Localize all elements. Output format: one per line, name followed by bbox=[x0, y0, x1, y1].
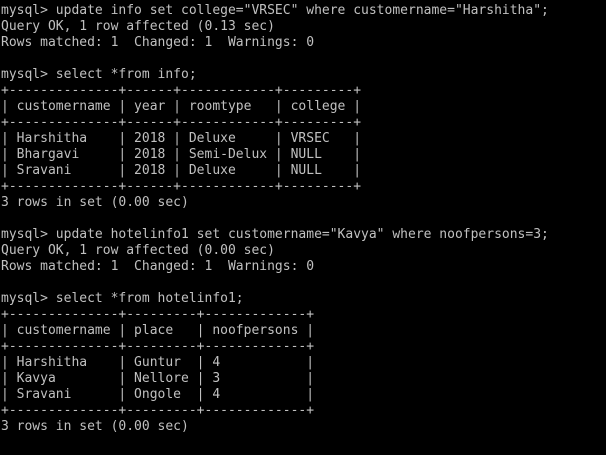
table-row: | Kavya | Nellore | 3 | bbox=[1, 371, 315, 386]
table-border: +--------------+---------+-------------+ bbox=[1, 403, 315, 418]
table-border: +--------------+---------+-------------+ bbox=[1, 307, 315, 322]
rows-matched-line: Rows matched: 1 Changed: 1 Warnings: 0 bbox=[1, 35, 315, 50]
table-row: | Sravani | Ongole | 4 | bbox=[1, 387, 315, 402]
command-line: mysql> select *from info; bbox=[1, 67, 197, 82]
rows-matched-line: Rows matched: 1 Changed: 1 Warnings: 0 bbox=[1, 259, 315, 274]
result-count-line: 3 rows in set (0.00 sec) bbox=[1, 195, 189, 210]
query-status-line: Query OK, 1 row affected (0.13 sec) bbox=[1, 19, 275, 34]
result-count-line: 3 rows in set (0.00 sec) bbox=[1, 419, 189, 434]
table-border: +--------------+------+------------+----… bbox=[1, 115, 362, 130]
table-border: +--------------+---------+-------------+ bbox=[1, 339, 315, 354]
table-header-row: | customername | place | noofpersons | bbox=[1, 323, 315, 338]
query-status-line: Query OK, 1 row affected (0.00 sec) bbox=[1, 243, 275, 258]
table-row: | Harshitha | Guntur | 4 | bbox=[1, 355, 315, 370]
command-line: mysql> select *from hotelinfo1; bbox=[1, 291, 244, 306]
command-line: mysql> update hotelinfo1 set customernam… bbox=[1, 227, 549, 242]
table-row: | Harshitha | 2018 | Deluxe | VRSEC | bbox=[1, 131, 362, 146]
table-border: +--------------+------+------------+----… bbox=[1, 179, 362, 194]
table-row: | Sravani | 2018 | Deluxe | NULL | bbox=[1, 163, 362, 178]
terminal-console[interactable]: mysql> update info set college="VRSEC" w… bbox=[0, 0, 606, 455]
command-line: mysql> update info set college="VRSEC" w… bbox=[1, 3, 549, 18]
table-border: +--------------+------+------------+----… bbox=[1, 83, 362, 98]
table-header-row: | customername | year | roomtype | colle… bbox=[1, 99, 362, 114]
table-row: | Bhargavi | 2018 | Semi-Delux | NULL | bbox=[1, 147, 362, 162]
